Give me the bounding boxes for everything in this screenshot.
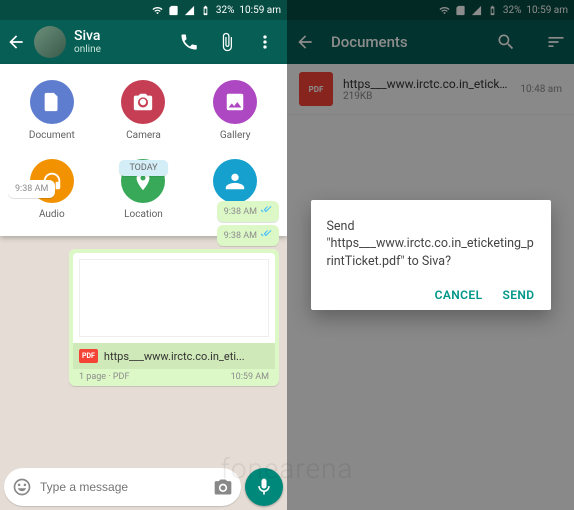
document-meta: 1 page · PDF xyxy=(79,372,129,382)
battery-text: 32% xyxy=(216,5,235,16)
chat-messages: TODAY 9:38 AM 9:38 AM 9:38 AM PDF https_… xyxy=(0,150,287,510)
attach-camera-label: Camera xyxy=(126,130,161,141)
camera-icon xyxy=(132,91,154,113)
battery-icon xyxy=(200,5,211,16)
outgoing-document-message[interactable]: PDF https___www.irctc.co.in_eti... 1 pag… xyxy=(8,249,279,386)
attach-gallery-label: Gallery xyxy=(220,130,251,141)
msg-time: 9:38 AM xyxy=(15,184,48,194)
clock-text: 10:59 am xyxy=(239,5,281,16)
message-input[interactable] xyxy=(40,480,205,494)
contact-name: Siva xyxy=(74,29,171,44)
document-filename: https___www.irctc.co.in_eti... xyxy=(104,350,245,363)
gallery-icon xyxy=(224,91,246,113)
outgoing-message[interactable]: 9:38 AM xyxy=(8,201,279,222)
overflow-icon[interactable] xyxy=(255,32,275,52)
chat-header: Siva online xyxy=(0,20,287,64)
date-separator: TODAY xyxy=(119,160,167,176)
attach-document[interactable]: Document xyxy=(8,80,96,141)
contact-avatar[interactable] xyxy=(34,26,66,58)
send-confirmation-dialog: Send "https___www.irctc.co.in_eticketing… xyxy=(311,200,551,311)
pdf-badge-icon: PDF xyxy=(79,349,98,363)
status-bar: 32% 10:59 am xyxy=(0,0,287,20)
right-screenshot: 32% 10:59 am Documents PDF https___www.i… xyxy=(287,0,574,510)
emoji-icon[interactable] xyxy=(12,477,32,497)
compose-bar xyxy=(4,468,283,506)
contact-status: online xyxy=(74,44,171,55)
attach-document-label: Document xyxy=(29,130,75,141)
back-arrow-icon[interactable] xyxy=(6,32,26,52)
attach-gallery[interactable]: Gallery xyxy=(191,80,279,141)
voice-record-button[interactable] xyxy=(245,468,283,506)
dialog-scrim: Send "https___www.irctc.co.in_eticketing… xyxy=(287,0,574,510)
document-thumbnail xyxy=(73,253,275,343)
document-time: 10:59 AM xyxy=(231,372,269,382)
incoming-message[interactable]: 9:38 AM xyxy=(8,180,279,198)
send-button[interactable]: SEND xyxy=(503,288,535,302)
msg-time: 9:38 AM xyxy=(224,231,257,241)
cancel-button[interactable]: CANCEL xyxy=(435,288,483,302)
msg-time: 9:38 AM xyxy=(224,207,257,217)
mic-icon xyxy=(254,477,274,497)
signal-icon xyxy=(184,5,195,16)
left-screenshot: 32% 10:59 am Siva online Document Camera… xyxy=(0,0,287,510)
sim-icon xyxy=(168,5,179,16)
wifi-icon xyxy=(152,5,163,16)
contact-header-text[interactable]: Siva online xyxy=(74,29,171,55)
dialog-message: Send "https___www.irctc.co.in_eticketing… xyxy=(327,218,535,271)
call-icon[interactable] xyxy=(179,32,199,52)
outgoing-message[interactable]: 9:38 AM xyxy=(8,225,279,246)
attach-icon[interactable] xyxy=(217,32,237,52)
camera-compose-icon[interactable] xyxy=(213,477,233,497)
read-ticks-icon xyxy=(260,205,272,218)
compose-box[interactable] xyxy=(4,468,241,506)
document-icon xyxy=(41,91,63,113)
read-ticks-icon xyxy=(260,229,272,242)
attach-camera[interactable]: Camera xyxy=(100,80,188,141)
